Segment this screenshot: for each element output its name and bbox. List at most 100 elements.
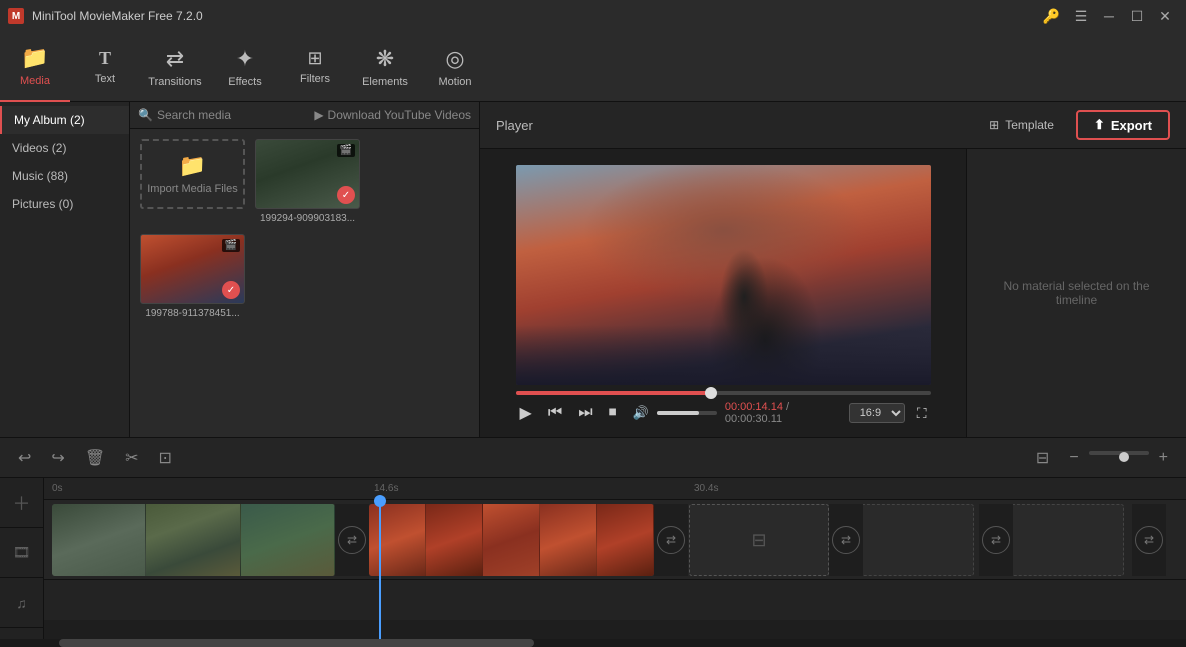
sidebar-item-pictures[interactable]: Pictures (0)	[0, 190, 129, 218]
delete-button[interactable]: 🗑	[79, 444, 111, 472]
play-button[interactable]: ▶	[516, 401, 536, 425]
aspect-ratio-select[interactable]: 16:9 9:16 1:1 4:3	[849, 403, 905, 423]
volume-icon[interactable]: 🔊	[629, 403, 653, 423]
fire-frame-1	[369, 504, 426, 576]
menu-button[interactable]: ☰	[1068, 3, 1094, 29]
zoom-out-button[interactable]: −	[1063, 445, 1084, 471]
sidebar-item-music[interactable]: Music (88)	[0, 162, 129, 190]
frame-1	[52, 504, 146, 576]
transition-arrow-1: ⇄	[338, 526, 366, 554]
toolbar-transitions[interactable]: ⇄ Transitions	[140, 32, 210, 102]
skip-back-button[interactable]: ⏮	[544, 402, 566, 424]
media-item-clip2[interactable]: 🎬 ✓ 199788-911378451...	[140, 234, 245, 319]
zoom-in-button[interactable]: +	[1153, 445, 1174, 471]
clip2-check: ✓	[222, 281, 240, 299]
download-youtube[interactable]: ▶ Download YouTube Videos	[314, 108, 471, 122]
clip-2-frames	[369, 504, 654, 576]
media-item-clip1[interactable]: 🎬 ✓ 199294-909903183...	[255, 139, 360, 224]
undo-button[interactable]: ↩	[12, 444, 37, 472]
transition-3[interactable]: ⇄	[829, 504, 863, 576]
motion-icon: ◎	[445, 46, 464, 72]
import-thumb[interactable]: 📁 Import Media Files	[140, 139, 245, 209]
close-button[interactable]: ✕	[1152, 3, 1178, 29]
effects-icon: ✦	[236, 46, 254, 72]
media-toolbar: 🔍 Search media ▶ Download YouTube Videos	[130, 102, 479, 129]
sidebar: My Album (2) Videos (2) Music (88) Pictu…	[0, 102, 130, 437]
placeholder-icon: ⊟	[751, 530, 766, 551]
export-icon: ⬆	[1094, 117, 1105, 133]
audio-track	[44, 580, 1186, 620]
crop-button[interactable]: ⊡	[153, 444, 178, 472]
player-area: Player ⊞ Template ⬆ Export ▶	[480, 102, 1186, 437]
zoom-slider[interactable]	[1089, 451, 1149, 465]
toolbar-media[interactable]: 📁 Media	[0, 32, 70, 102]
volume-track[interactable]	[657, 411, 717, 415]
transition-2[interactable]: ⇄	[654, 504, 688, 576]
export-button[interactable]: ⬆ Export	[1076, 110, 1170, 140]
template-button[interactable]: ⊞ Template	[979, 114, 1064, 136]
timeline-track-icons: ＋ 🎞 ♫	[0, 478, 44, 639]
media-grid: 📁 Import Media Files 🎬 ✓ 199294-90990318…	[130, 129, 479, 437]
split-view-button[interactable]: ⊟	[1030, 444, 1055, 472]
transition-4[interactable]: ⇄	[979, 504, 1013, 576]
clip-1-frames	[52, 504, 335, 576]
media-panel: 🔍 Search media ▶ Download YouTube Videos…	[130, 102, 480, 437]
timeline-tracks-area: 0s 14.6s 30.4s	[44, 478, 1186, 639]
sidebar-item-videos[interactable]: Videos (2)	[0, 134, 129, 162]
player-controls: ▶ ⏮ ⏭ ⏹ 🔊 00:00:14.14 / 00:00:30.1	[516, 385, 931, 431]
search-media[interactable]: 🔍 Search media	[138, 108, 231, 122]
controls-row: ▶ ⏮ ⏭ ⏹ 🔊 00:00:14.14 / 00:00:30.1	[516, 401, 931, 425]
video-clip-5[interactable]	[1004, 504, 1124, 576]
fire-frame-5	[597, 504, 654, 576]
fire-frame-4	[540, 504, 597, 576]
sidebar-item-album[interactable]: My Album (2)	[0, 106, 129, 134]
player-label: Player	[496, 118, 967, 133]
transitions-icon: ⇄	[166, 46, 184, 72]
import-media-item[interactable]: 📁 Import Media Files	[140, 139, 245, 224]
progress-bar[interactable]	[516, 391, 931, 395]
video-screen[interactable]	[516, 165, 931, 385]
scrollbar-thumb[interactable]	[59, 639, 533, 647]
skip-forward-button[interactable]: ⏭	[574, 402, 596, 424]
timeline-content: ＋ 🎞 ♫ 0s 14.6s 30.4s	[0, 478, 1186, 639]
toolbar-elements[interactable]: ❋ Elements	[350, 32, 420, 102]
transition-5[interactable]: ⇄	[1132, 504, 1166, 576]
toolbar-text[interactable]: T Text	[70, 32, 140, 102]
maximize-button[interactable]: ☐	[1124, 3, 1150, 29]
timeline-scrollbar[interactable]	[0, 639, 1186, 647]
timeline-right-controls: ⊟ − +	[1030, 444, 1174, 472]
timeline-toolbar: ↩ ↪ 🗑 ✂ ⊡ ⊟ − +	[0, 438, 1186, 478]
video-clip-3[interactable]: ⊟	[689, 504, 829, 576]
fullscreen-button[interactable]: ⛶	[913, 403, 931, 424]
import-label: Import Media Files	[147, 183, 237, 195]
minimize-button[interactable]: ─	[1096, 3, 1122, 29]
elements-icon: ❋	[376, 46, 394, 72]
youtube-icon: ▶	[314, 108, 323, 122]
video-badge-2: 🎬	[222, 239, 240, 252]
transition-arrow-4: ⇄	[982, 526, 1010, 554]
transition-1[interactable]: ⇄	[335, 504, 369, 576]
video-clip-4[interactable]	[854, 504, 974, 576]
frame-2	[146, 504, 240, 576]
main-toolbar: 📁 Media T Text ⇄ Transitions ✦ Effects ⊞…	[0, 32, 1186, 102]
template-icon: ⊞	[989, 118, 999, 132]
playhead[interactable]	[379, 500, 381, 639]
video-clip-2[interactable]	[369, 504, 654, 576]
clip2-thumb[interactable]: 🎬 ✓	[140, 234, 245, 304]
text-icon: T	[99, 48, 111, 69]
video-clip-1[interactable]	[52, 504, 335, 576]
toolbar-motion[interactable]: ◎ Motion	[420, 32, 490, 102]
cut-button[interactable]: ✂	[119, 444, 144, 472]
clip1-thumb[interactable]: 🎬 ✓	[255, 139, 360, 209]
add-track-icon[interactable]: ＋	[0, 478, 43, 528]
volume-fill	[657, 411, 699, 415]
stop-button[interactable]: ⏹	[605, 402, 621, 424]
key-icon: 🔑	[1043, 8, 1060, 25]
progress-thumb[interactable]	[705, 387, 717, 399]
zoom-control: − +	[1063, 445, 1174, 471]
redo-button[interactable]: ↪	[45, 444, 70, 472]
video-track: ⇄ ⇄	[44, 500, 1186, 580]
toolbar-filters[interactable]: ⊞ Filters	[280, 32, 350, 102]
properties-panel: No material selected on the timeline	[966, 149, 1186, 437]
toolbar-effects[interactable]: ✦ Effects	[210, 32, 280, 102]
